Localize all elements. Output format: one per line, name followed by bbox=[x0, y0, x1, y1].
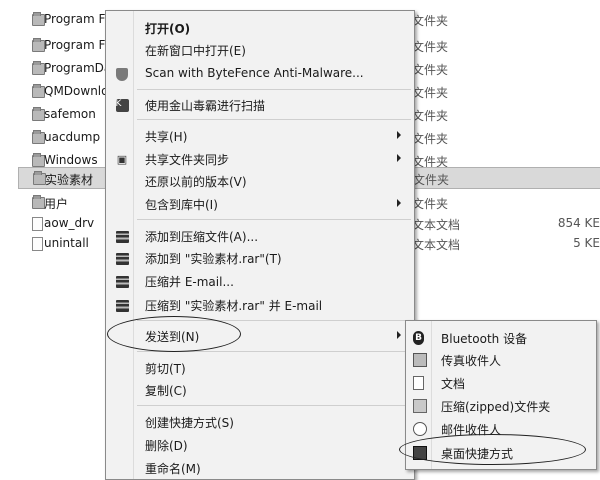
menu-item-label: 打开(O) bbox=[145, 22, 191, 36]
menu-item-label: 共享文件夹同步 bbox=[145, 153, 230, 167]
menu-item-label: 压缩到 "实验素材.rar" 并 E-mail bbox=[145, 299, 323, 313]
menu-item-add-to-archive[interactable]: 添加到压缩文件(A)... bbox=[106, 226, 414, 246]
submenu-item-fax-recipient[interactable]: 传真收件人 bbox=[406, 349, 596, 371]
submenu-item-desktop-shortcut[interactable]: 桌面快捷方式 bbox=[406, 442, 596, 464]
submenu-item-label: 邮件收件人 bbox=[441, 423, 502, 437]
menu-item-label: 添加到 "实验素材.rar"(T) bbox=[145, 252, 282, 266]
menu-item-label: 重命名(M) bbox=[145, 462, 201, 476]
mail-icon bbox=[413, 422, 427, 436]
menu-item-compress-rar-email[interactable]: 压缩到 "实验素材.rar" 并 E-mail bbox=[106, 295, 414, 315]
file-type: 文件夹 bbox=[412, 86, 449, 100]
file-type: 文件夹 bbox=[412, 132, 449, 146]
bytefence-shield-icon bbox=[115, 68, 129, 81]
menu-separator bbox=[137, 89, 411, 90]
winrar-icon bbox=[115, 252, 129, 265]
menu-item-label: 发送到(N) bbox=[145, 330, 200, 344]
menu-item-compress-email[interactable]: 压缩并 E-mail... bbox=[106, 271, 414, 291]
file-type: 文件夹 bbox=[412, 40, 449, 54]
fax-icon bbox=[413, 353, 427, 367]
menu-item-label: 还原以前的版本(V) bbox=[145, 175, 247, 189]
file-type: 文件夹 bbox=[412, 197, 449, 211]
zip-folder-icon bbox=[413, 399, 427, 413]
menu-item-add-to-rar[interactable]: 添加到 "实验素材.rar"(T) bbox=[106, 248, 414, 268]
menu-item-open-new-window[interactable]: 在新窗口中打开(E) bbox=[106, 40, 414, 60]
file-size: 5 KE bbox=[573, 236, 600, 250]
submenu-item-zipped-folder[interactable]: 压缩(zipped)文件夹 bbox=[406, 395, 596, 417]
menu-item-share[interactable]: 共享(H) bbox=[106, 126, 414, 146]
submenu-item-mail-recipient[interactable]: 邮件收件人 bbox=[406, 418, 596, 440]
menu-item-label: 剪切(T) bbox=[145, 362, 186, 376]
submenu-item-label: 文档 bbox=[441, 377, 466, 391]
file-type: 文件夹 bbox=[412, 109, 449, 123]
context-menu: 打开(O) 在新窗口中打开(E) Scan with ByteFence Ant… bbox=[105, 10, 415, 480]
file-type: 文本文档 bbox=[412, 238, 461, 252]
winrar-icon bbox=[115, 230, 129, 243]
menu-item-copy[interactable]: 复制(C) bbox=[106, 380, 414, 400]
submenu-arrow-icon bbox=[397, 131, 401, 139]
submenu-item-label: 传真收件人 bbox=[441, 354, 502, 368]
menu-item-share-sync[interactable]: ▣ 共享文件夹同步 bbox=[106, 149, 414, 169]
menu-item-delete[interactable]: 删除(D) bbox=[106, 435, 414, 455]
menu-item-label: 压缩并 E-mail... bbox=[145, 275, 234, 289]
file-type: 文本文档 bbox=[412, 218, 461, 232]
submenu-arrow-icon bbox=[397, 331, 401, 339]
submenu-arrow-icon bbox=[397, 154, 401, 162]
file-size: 854 KE bbox=[557, 216, 600, 230]
file-type: 文件夹 bbox=[412, 63, 449, 77]
menu-item-label: 复制(C) bbox=[145, 384, 187, 398]
send-to-submenu: B Bluetooth 设备 传真收件人 文档 压缩(zipped)文件夹 邮件… bbox=[405, 320, 597, 470]
text-file-icon bbox=[32, 237, 43, 251]
menu-separator bbox=[137, 119, 411, 120]
desktop-icon bbox=[413, 446, 427, 460]
menu-separator bbox=[137, 219, 411, 220]
menu-item-open[interactable]: 打开(O) bbox=[106, 18, 414, 38]
menu-separator bbox=[137, 320, 411, 321]
winrar-icon bbox=[115, 299, 129, 312]
document-icon bbox=[413, 376, 424, 390]
winrar-icon bbox=[115, 275, 129, 288]
menu-item-label: 使用金山毒霸进行扫描 bbox=[145, 99, 266, 113]
text-file-icon bbox=[32, 217, 43, 231]
menu-item-create-shortcut[interactable]: 创建快捷方式(S) bbox=[106, 412, 414, 432]
submenu-item-label: 压缩(zipped)文件夹 bbox=[441, 400, 551, 414]
submenu-item-bluetooth[interactable]: B Bluetooth 设备 bbox=[406, 327, 596, 349]
menu-item-scan-bytefence[interactable]: Scan with ByteFence Anti-Malware... bbox=[106, 64, 414, 84]
menu-item-scan-kingsoft[interactable]: K 使用金山毒霸进行扫描 bbox=[106, 95, 414, 115]
submenu-arrow-icon bbox=[397, 199, 401, 207]
submenu-item-label: 桌面快捷方式 bbox=[441, 447, 514, 461]
menu-separator bbox=[137, 405, 411, 406]
kingsoft-antivirus-icon: K bbox=[115, 99, 129, 112]
sync-icon: ▣ bbox=[116, 153, 128, 166]
menu-item-label: 添加到压缩文件(A)... bbox=[145, 230, 259, 244]
submenu-item-documents[interactable]: 文档 bbox=[406, 372, 596, 394]
bluetooth-icon: B bbox=[413, 331, 424, 345]
menu-item-label: Scan with ByteFence Anti-Malware... bbox=[145, 66, 364, 80]
menu-item-label: 在新窗口中打开(E) bbox=[145, 44, 246, 58]
file-type: 文件夹 bbox=[412, 14, 449, 28]
menu-item-label: 删除(D) bbox=[145, 439, 188, 453]
menu-item-label: 创建快捷方式(S) bbox=[145, 416, 234, 430]
menu-separator bbox=[137, 351, 411, 352]
menu-item-rename[interactable]: 重命名(M) bbox=[106, 458, 414, 478]
menu-item-cut[interactable]: 剪切(T) bbox=[106, 358, 414, 378]
menu-item-label: 共享(H) bbox=[145, 130, 188, 144]
file-type: 文件夹 bbox=[413, 173, 450, 187]
submenu-item-label: Bluetooth 设备 bbox=[441, 332, 528, 346]
menu-item-include-in-library[interactable]: 包含到库中(I) bbox=[106, 194, 414, 214]
menu-item-restore-previous[interactable]: 还原以前的版本(V) bbox=[106, 171, 414, 191]
menu-item-send-to[interactable]: 发送到(N) bbox=[106, 326, 414, 346]
menu-item-label: 包含到库中(I) bbox=[145, 198, 218, 212]
